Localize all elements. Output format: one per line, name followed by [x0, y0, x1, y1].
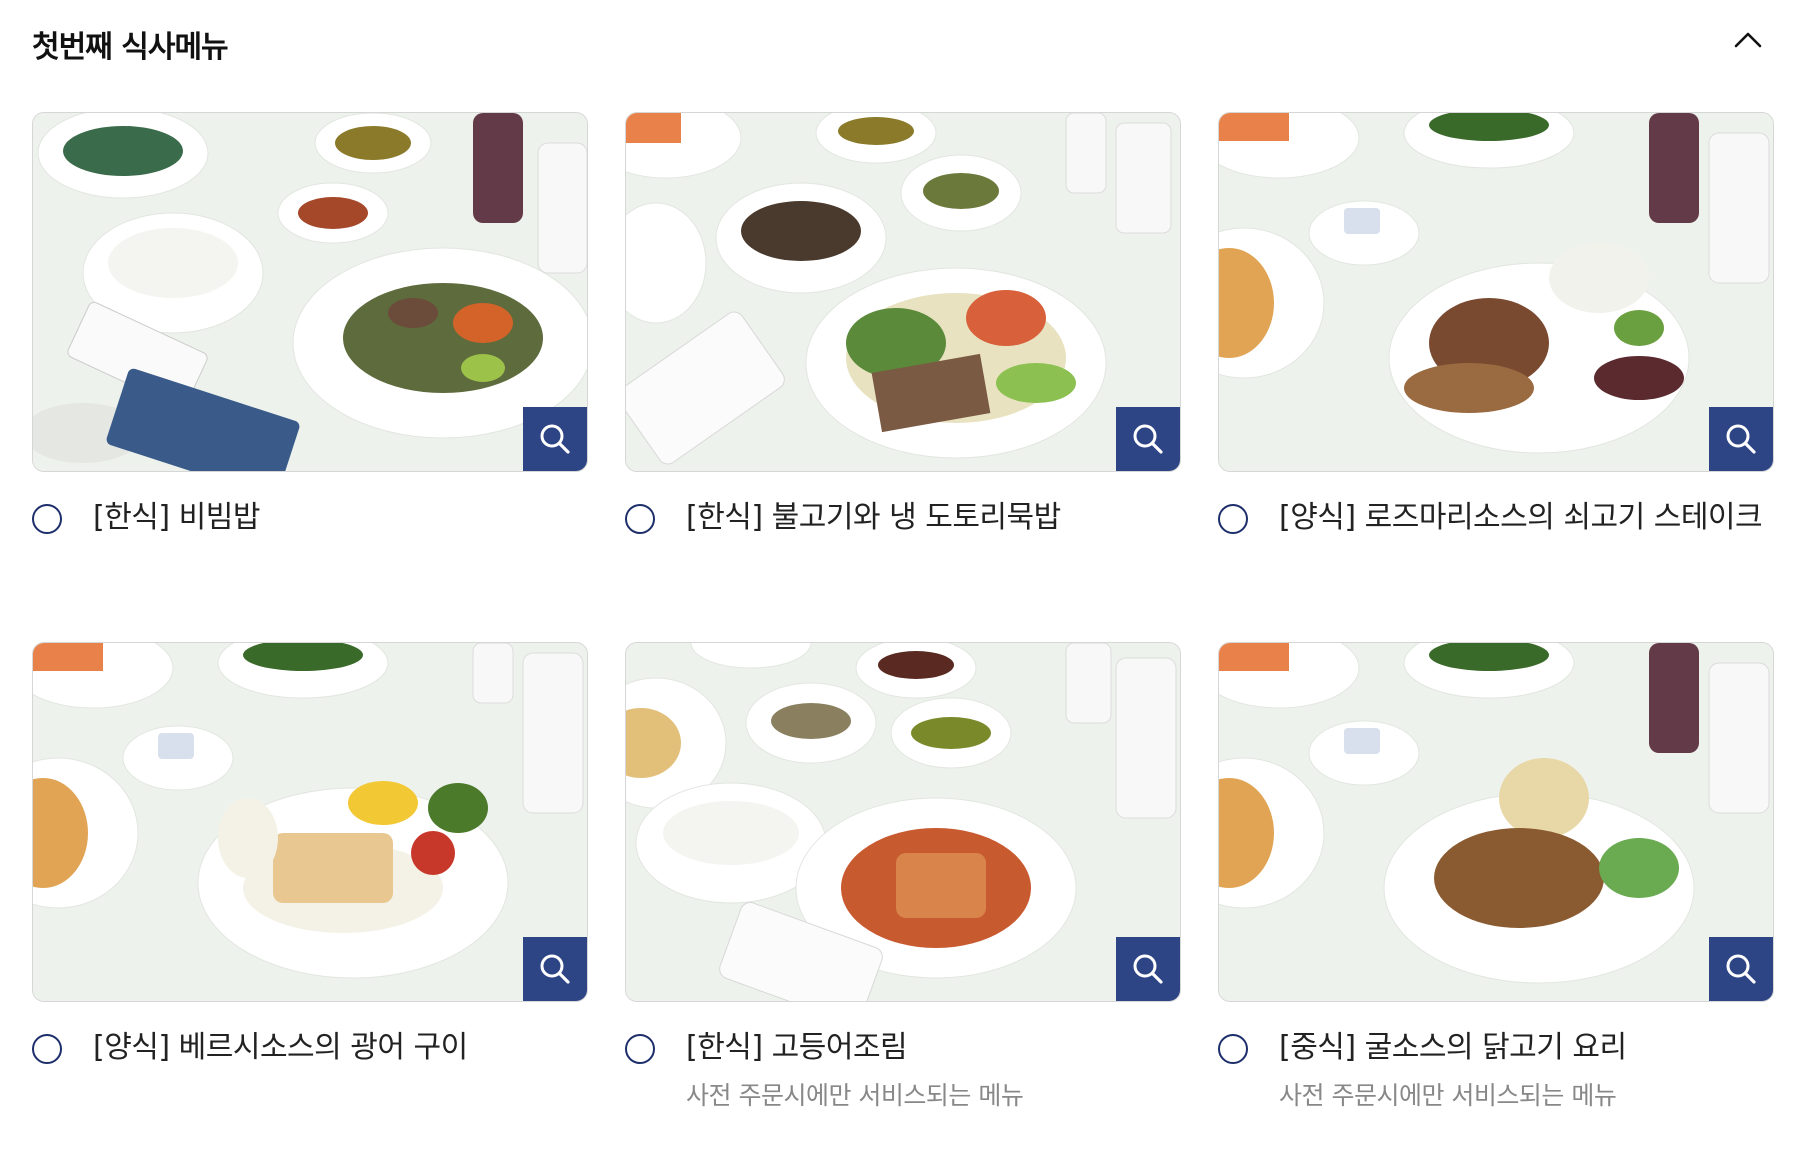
meal-card: [양식] 로즈마리소스의 쇠고기 스테이크: [1218, 112, 1774, 535]
meal-photo: [32, 642, 588, 1002]
chevron-up-icon: [1734, 32, 1762, 48]
meal-label[interactable]: [한식] 고등어조림: [686, 1024, 1181, 1071]
zoom-button[interactable]: [523, 407, 587, 471]
magnifier-icon: [1133, 424, 1163, 454]
magnifier-icon: [1133, 954, 1163, 984]
preorder-note: 사전 주문시에만 서비스되는 메뉴: [1279, 1081, 1617, 1110]
section-title: 첫번째 식사메뉴: [32, 30, 229, 65]
meal-photo: [32, 112, 588, 472]
meal-label[interactable]: [중식] 굴소스의 닭고기 요리: [1279, 1024, 1774, 1071]
zoom-button[interactable]: [523, 937, 587, 1001]
meal-photo-illustration: [33, 113, 587, 471]
meal-section-header: 첫번째 식사메뉴: [32, 18, 1772, 65]
radio-button[interactable]: [32, 504, 62, 534]
radio-button[interactable]: [625, 504, 655, 534]
meal-card: [중식] 굴소스의 닭고기 요리 사전 주문시에만 서비스되는 메뉴: [1218, 642, 1774, 1110]
radio-button[interactable]: [1218, 1034, 1248, 1064]
meal-photo-illustration: [1219, 113, 1773, 471]
radio-button[interactable]: [1218, 504, 1248, 534]
magnifier-icon: [1726, 424, 1756, 454]
meal-card: [양식] 베르시소스의 광어 구이: [32, 642, 588, 1065]
preorder-note: 사전 주문시에만 서비스되는 메뉴: [686, 1081, 1024, 1110]
magnifier-icon: [540, 424, 570, 454]
zoom-button[interactable]: [1709, 407, 1773, 471]
meal-label[interactable]: [양식] 로즈마리소스의 쇠고기 스테이크: [1279, 494, 1774, 541]
zoom-button[interactable]: [1116, 937, 1180, 1001]
meal-photo: [1218, 112, 1774, 472]
meal-photo: [625, 642, 1181, 1002]
radio-button[interactable]: [32, 1034, 62, 1064]
meal-card: [한식] 비빔밥: [32, 112, 588, 535]
magnifier-icon: [1726, 954, 1756, 984]
meal-photo-illustration: [626, 643, 1180, 1001]
meal-photo-illustration: [626, 113, 1180, 471]
meal-photo: [1218, 642, 1774, 1002]
meal-label[interactable]: [양식] 베르시소스의 광어 구이: [93, 1024, 588, 1071]
zoom-button[interactable]: [1709, 937, 1773, 1001]
meal-label[interactable]: [한식] 비빔밥: [93, 494, 588, 541]
meal-photo: [625, 112, 1181, 472]
radio-button[interactable]: [625, 1034, 655, 1064]
meal-card: [한식] 불고기와 냉 도토리묵밥: [625, 112, 1181, 535]
meal-card: [한식] 고등어조림 사전 주문시에만 서비스되는 메뉴: [625, 642, 1181, 1110]
magnifier-icon: [540, 954, 570, 984]
meal-photo-illustration: [1219, 643, 1773, 1001]
meal-photo-illustration: [33, 643, 587, 1001]
collapse-button[interactable]: [1728, 20, 1768, 60]
zoom-button[interactable]: [1116, 407, 1180, 471]
meal-label[interactable]: [한식] 불고기와 냉 도토리묵밥: [686, 494, 1181, 541]
